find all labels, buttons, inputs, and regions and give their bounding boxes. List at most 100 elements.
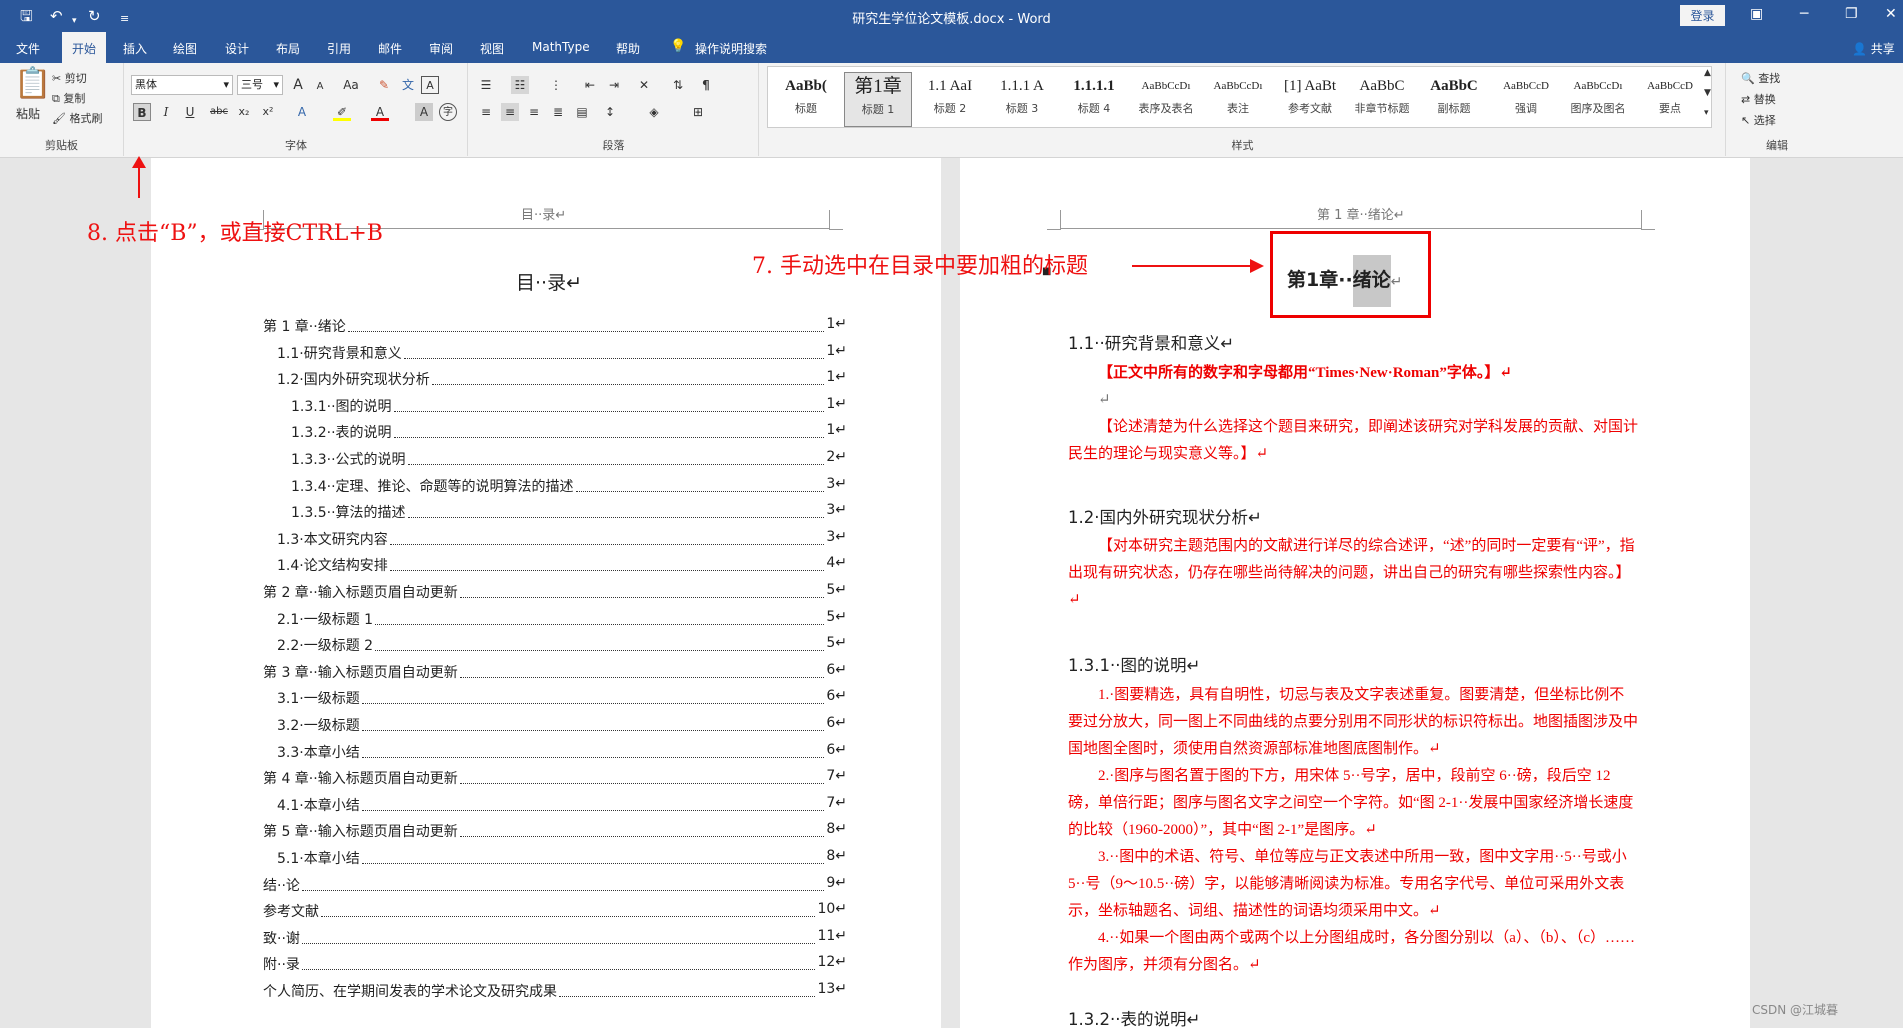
paragraph-2[interactable]: 【论述清楚为什么选择这个题目来研究，即阐述该研究对学科发展的贡献、对国计民生的理… [1068, 414, 1638, 468]
tab-review[interactable]: 审阅 [429, 40, 453, 57]
find-button[interactable]: 🔍 查找 [1741, 70, 1780, 86]
decrease-indent-icon[interactable]: ⇤ [581, 76, 599, 94]
tab-view[interactable]: 视图 [480, 40, 504, 57]
close-icon[interactable]: ✕ [1885, 6, 1897, 22]
toc-entry[interactable]: 3.1·一级标题 6↵ [263, 688, 847, 708]
toc-entry[interactable]: 1.4·论文结构安排 4↵ [263, 555, 847, 575]
toc-entry[interactable]: 第 4 章··输入标题页眉自动更新 7↵ [263, 768, 847, 788]
select-button[interactable]: ↖ 选择 [1741, 112, 1776, 128]
superscript-button[interactable]: x² [259, 103, 277, 121]
paragraph-7[interactable]: 4.··如果一个图由两个或两个以上分图组成时，各分图分别以（a）、（b）、（c）… [1068, 925, 1638, 979]
tell-me-search[interactable]: 操作说明搜索 [695, 40, 767, 57]
toc-entry[interactable]: 2.2·一级标题 2 5↵ [263, 635, 847, 655]
style-item[interactable]: AaBbCcD 强调 [1492, 72, 1560, 127]
empty-paragraph[interactable]: ↵ [1068, 387, 1638, 414]
copy-button[interactable]: ⧉ 复制 [52, 90, 85, 106]
paragraph-1[interactable]: 【正文中所有的数字和字母都用“Times·New·Roman”字体。】↵ [1068, 360, 1638, 387]
toc-entry[interactable]: 致··谢 11↵ [263, 928, 847, 948]
toc-entry[interactable]: 3.3·本章小结 6↵ [263, 742, 847, 762]
gallery-more-icon[interactable]: ▾ [1704, 108, 1709, 118]
increase-indent-icon[interactable]: ⇥ [605, 76, 623, 94]
tab-draw[interactable]: 绘图 [173, 40, 197, 57]
chinese-layout-icon[interactable]: ✕ [635, 76, 653, 94]
paragraph-5[interactable]: 2.·图序与图名置于图的下方，用宋体 5··号字，居中，段前空 6··磅，段后空… [1068, 763, 1638, 844]
style-item[interactable]: [1] AaBt 参考文献 [1276, 72, 1344, 127]
format-painter-button[interactable]: 🖌 格式刷 [52, 110, 102, 126]
style-item[interactable]: AaBbCcDı 表序及表名 [1132, 72, 1200, 127]
page-chapter1[interactable]: 第 1 章··绪论↵ ■ 第1章··绪论↵ 1.1··研究背景和意义↵ 【正文中… [960, 158, 1750, 1028]
page-header[interactable]: 目··录↵ [521, 204, 566, 223]
change-case-icon[interactable]: Aa [339, 76, 363, 94]
toc-entry[interactable]: 附··录 12↵ [263, 954, 847, 974]
numbering-icon[interactable]: ☷ [511, 76, 529, 94]
grow-font-icon[interactable]: A [289, 76, 307, 94]
toc-entry[interactable]: 1.3·本文研究内容 3↵ [263, 529, 847, 549]
toc-entry[interactable]: 1.1·研究背景和意义 1↵ [263, 343, 847, 363]
font-color-icon[interactable]: A [371, 103, 389, 121]
paste-button[interactable]: 粘贴 [16, 105, 40, 122]
paragraph-6[interactable]: 3.··图中的术语、符号、单位等应与正文表述中所用一致，图中文字用··5··号或… [1068, 844, 1638, 925]
heading-1-3-2[interactable]: 1.3.2··表的说明↵ [1068, 1006, 1200, 1028]
bullets-icon[interactable]: ☰ [477, 76, 495, 94]
font-name-select[interactable]: 黑体 ▾ [131, 75, 233, 95]
style-item[interactable]: AaBbCcDı 图序及图名 [1564, 72, 1632, 127]
toc-entry[interactable]: 第 2 章··输入标题页眉自动更新 5↵ [263, 582, 847, 602]
ribbon-display-icon[interactable]: ▣ [1750, 6, 1763, 22]
toc-entry[interactable]: 2.1·一级标题 1 5↵ [263, 609, 847, 629]
toc-entry[interactable]: 参考文献 10↵ [263, 901, 847, 921]
distributed-icon[interactable]: ▤ [573, 103, 591, 121]
heading-1-2[interactable]: 1.2·国内外研究现状分析↵ [1068, 504, 1262, 528]
tab-layout[interactable]: 布局 [276, 40, 300, 57]
style-item[interactable]: 第1章 标题 1 [844, 72, 912, 127]
heading-1-3-1[interactable]: 1.3.1··图的说明↵ [1068, 652, 1200, 676]
gallery-up-icon[interactable]: ▲ [1704, 68, 1711, 78]
paragraph-4[interactable]: 1.·图要精选，具有自明性，切忌与表及文字表述重复。图要清楚，但坐标比例不要过分… [1068, 682, 1638, 763]
style-item[interactable]: AaBbC 非章节标题 [1348, 72, 1416, 127]
style-item[interactable]: 1.1.1 A 标题 3 [988, 72, 1056, 127]
text-effects-icon[interactable]: A [293, 103, 311, 121]
minimize-icon[interactable]: ─ [1800, 6, 1808, 22]
toc-entry[interactable]: 第 3 章··输入标题页眉自动更新 6↵ [263, 662, 847, 682]
login-button[interactable]: 登录 [1680, 5, 1725, 26]
enclose-characters-icon[interactable]: 字 [439, 103, 457, 121]
toc-entry[interactable]: 第 1 章··绪论 1↵ [263, 316, 847, 336]
toc-entry[interactable]: 1.3.2··表的说明 1↵ [263, 422, 847, 442]
tab-design[interactable]: 设计 [225, 40, 249, 57]
tab-references[interactable]: 引用 [327, 40, 351, 57]
toc-entry[interactable]: 1.2·国内外研究现状分析 1↵ [263, 369, 847, 389]
tab-mathtype[interactable]: MathType [532, 40, 590, 54]
tab-file[interactable]: 文件 [16, 40, 40, 57]
style-item[interactable]: AaBbCcDı 表注 [1204, 72, 1272, 127]
page-header[interactable]: 第 1 章··绪论↵ [1317, 204, 1405, 223]
multilevel-list-icon[interactable]: ⋮ [547, 76, 565, 94]
style-item[interactable]: 1.1.1.1 标题 4 [1060, 72, 1128, 127]
heading-1-1[interactable]: 1.1··研究背景和意义↵ [1068, 330, 1234, 354]
share-button[interactable]: 👤 共享 [1852, 40, 1895, 57]
character-shading-icon[interactable]: A [415, 103, 433, 121]
italic-button[interactable]: I [157, 103, 175, 121]
paste-icon[interactable]: 📋 [14, 66, 51, 101]
clear-formatting-icon[interactable]: ✎ [375, 76, 393, 94]
highlight-icon[interactable]: ✐ [333, 103, 351, 121]
bold-button[interactable]: B [133, 103, 151, 121]
paragraph-3[interactable]: 【对本研究主题范围内的文献进行详尽的综合述评，“述”的同时一定要有“评”，指出现… [1068, 533, 1638, 614]
borders-icon[interactable]: ⊞ [689, 103, 707, 121]
strikethrough-button[interactable]: abc [207, 103, 231, 121]
toc-entry[interactable]: 结··论 9↵ [263, 875, 847, 895]
toc-title[interactable]: 目··录↵ [516, 268, 582, 295]
toc-entry[interactable]: 1.3.1··图的说明 1↵ [263, 396, 847, 416]
character-border-icon[interactable]: A [421, 76, 439, 94]
justify-icon[interactable]: ≣ [549, 103, 567, 121]
gallery-down-icon[interactable]: ▼ [1704, 88, 1711, 98]
style-item[interactable]: AaBbCcD 要点 [1636, 72, 1704, 127]
phonetic-guide-icon[interactable]: 文 [399, 76, 417, 94]
font-size-select[interactable]: 三号 ▾ [237, 75, 283, 95]
line-spacing-icon[interactable]: ↕ [601, 103, 619, 121]
tab-help[interactable]: 帮助 [616, 40, 640, 57]
page-toc[interactable]: 目··录↵ 目··录↵ 第 1 章··绪论 1↵ 1.1·研究背景和意义 1↵ 1.2·… [151, 158, 941, 1028]
shrink-font-icon[interactable]: A [311, 78, 329, 96]
style-item[interactable]: AaBbC 副标题 [1420, 72, 1488, 127]
toc-entry[interactable]: 5.1·本章小结 8↵ [263, 848, 847, 868]
toc-entry[interactable]: 1.3.3··公式的说明 2↵ [263, 449, 847, 469]
vertical-scrollbar[interactable] [1883, 158, 1903, 1028]
